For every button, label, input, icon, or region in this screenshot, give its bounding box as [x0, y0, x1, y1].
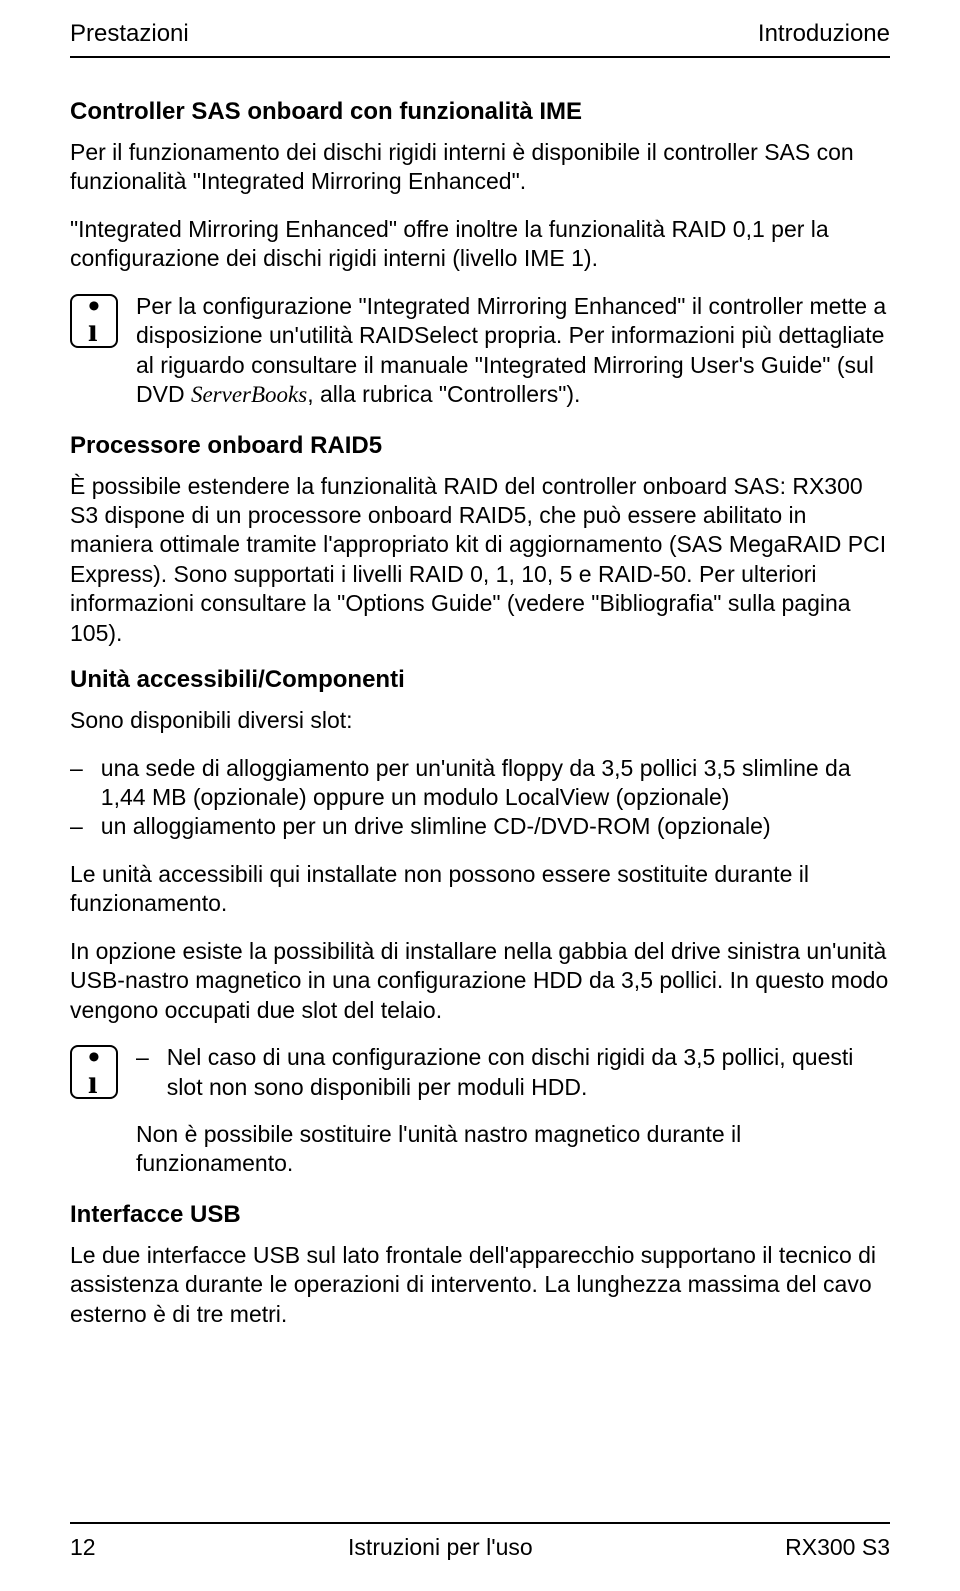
header-left: Prestazioni — [70, 20, 189, 48]
paragraph: In opzione esiste la possibilità di inst… — [70, 937, 890, 1025]
info-icon: • ı — [70, 1045, 118, 1099]
info-icon: • ı — [70, 294, 118, 348]
footer-right: RX300 S3 — [785, 1534, 890, 1561]
list-dash: – — [70, 812, 83, 841]
paragraph: Per il funzionamento dei dischi rigidi i… — [70, 138, 890, 197]
paragraph: Le due interfacce USB sul lato frontale … — [70, 1241, 890, 1329]
paragraph: Le unità accessibili qui installate non … — [70, 860, 890, 919]
header-rule — [70, 56, 890, 58]
footer-rule — [70, 1522, 890, 1524]
flex-spacer — [70, 1347, 890, 1522]
list-item-text: una sede di alloggiamento per un'unità f… — [101, 754, 890, 813]
list-item: – una sede di alloggiamento per un'unità… — [70, 754, 890, 813]
footer-page-number: 12 — [70, 1534, 96, 1561]
list-dash: – — [136, 1043, 149, 1102]
paragraph: È possibile estendere la funzionalità RA… — [70, 472, 890, 649]
info-text-part-b: , alla rubrica "Controllers"). — [307, 381, 580, 407]
page-header: Prestazioni Introduzione — [70, 20, 890, 48]
info-paragraph: Non è possibile sostituire l'unità nastr… — [136, 1120, 890, 1179]
paragraph: "Integrated Mirroring Enhanced" offre in… — [70, 215, 890, 274]
spacer — [136, 1104, 890, 1120]
list-item-text: un alloggiamento per un drive slimline C… — [101, 812, 771, 841]
info-inner-list: – Nel caso di una configurazione con dis… — [136, 1043, 890, 1102]
list-item-text: Nel caso di una configurazione con disch… — [167, 1043, 890, 1102]
info-callout: • ı – Nel caso di una configurazione con… — [70, 1043, 890, 1179]
info-text: Per la configurazione "Integrated Mirror… — [136, 292, 890, 410]
page-footer: 12 Istruzioni per l'uso RX300 S3 — [70, 1534, 890, 1561]
info-text-emphasis: ServerBooks — [191, 382, 307, 407]
section-title-units: Unità accessibili/Componenti — [70, 666, 890, 694]
paragraph: Sono disponibili diversi slot: — [70, 706, 890, 735]
section-title-raid5: Processore onboard RAID5 — [70, 432, 890, 460]
section-title-sas: Controller SAS onboard con funzionalità … — [70, 98, 890, 126]
info-text: – Nel caso di una configurazione con dis… — [136, 1043, 890, 1179]
page: Prestazioni Introduzione Controller SAS … — [0, 0, 960, 1591]
list-item: – un alloggiamento per un drive slimline… — [70, 812, 890, 841]
section-title-usb: Interfacce USB — [70, 1201, 890, 1229]
header-right: Introduzione — [758, 20, 890, 48]
list-item: – Nel caso di una configurazione con dis… — [136, 1043, 890, 1102]
list-dash: – — [70, 754, 83, 813]
bullet-list: – una sede di alloggiamento per un'unità… — [70, 754, 890, 842]
footer-center: Istruzioni per l'uso — [348, 1534, 533, 1561]
info-callout: • ı Per la configurazione "Integrated Mi… — [70, 292, 890, 410]
